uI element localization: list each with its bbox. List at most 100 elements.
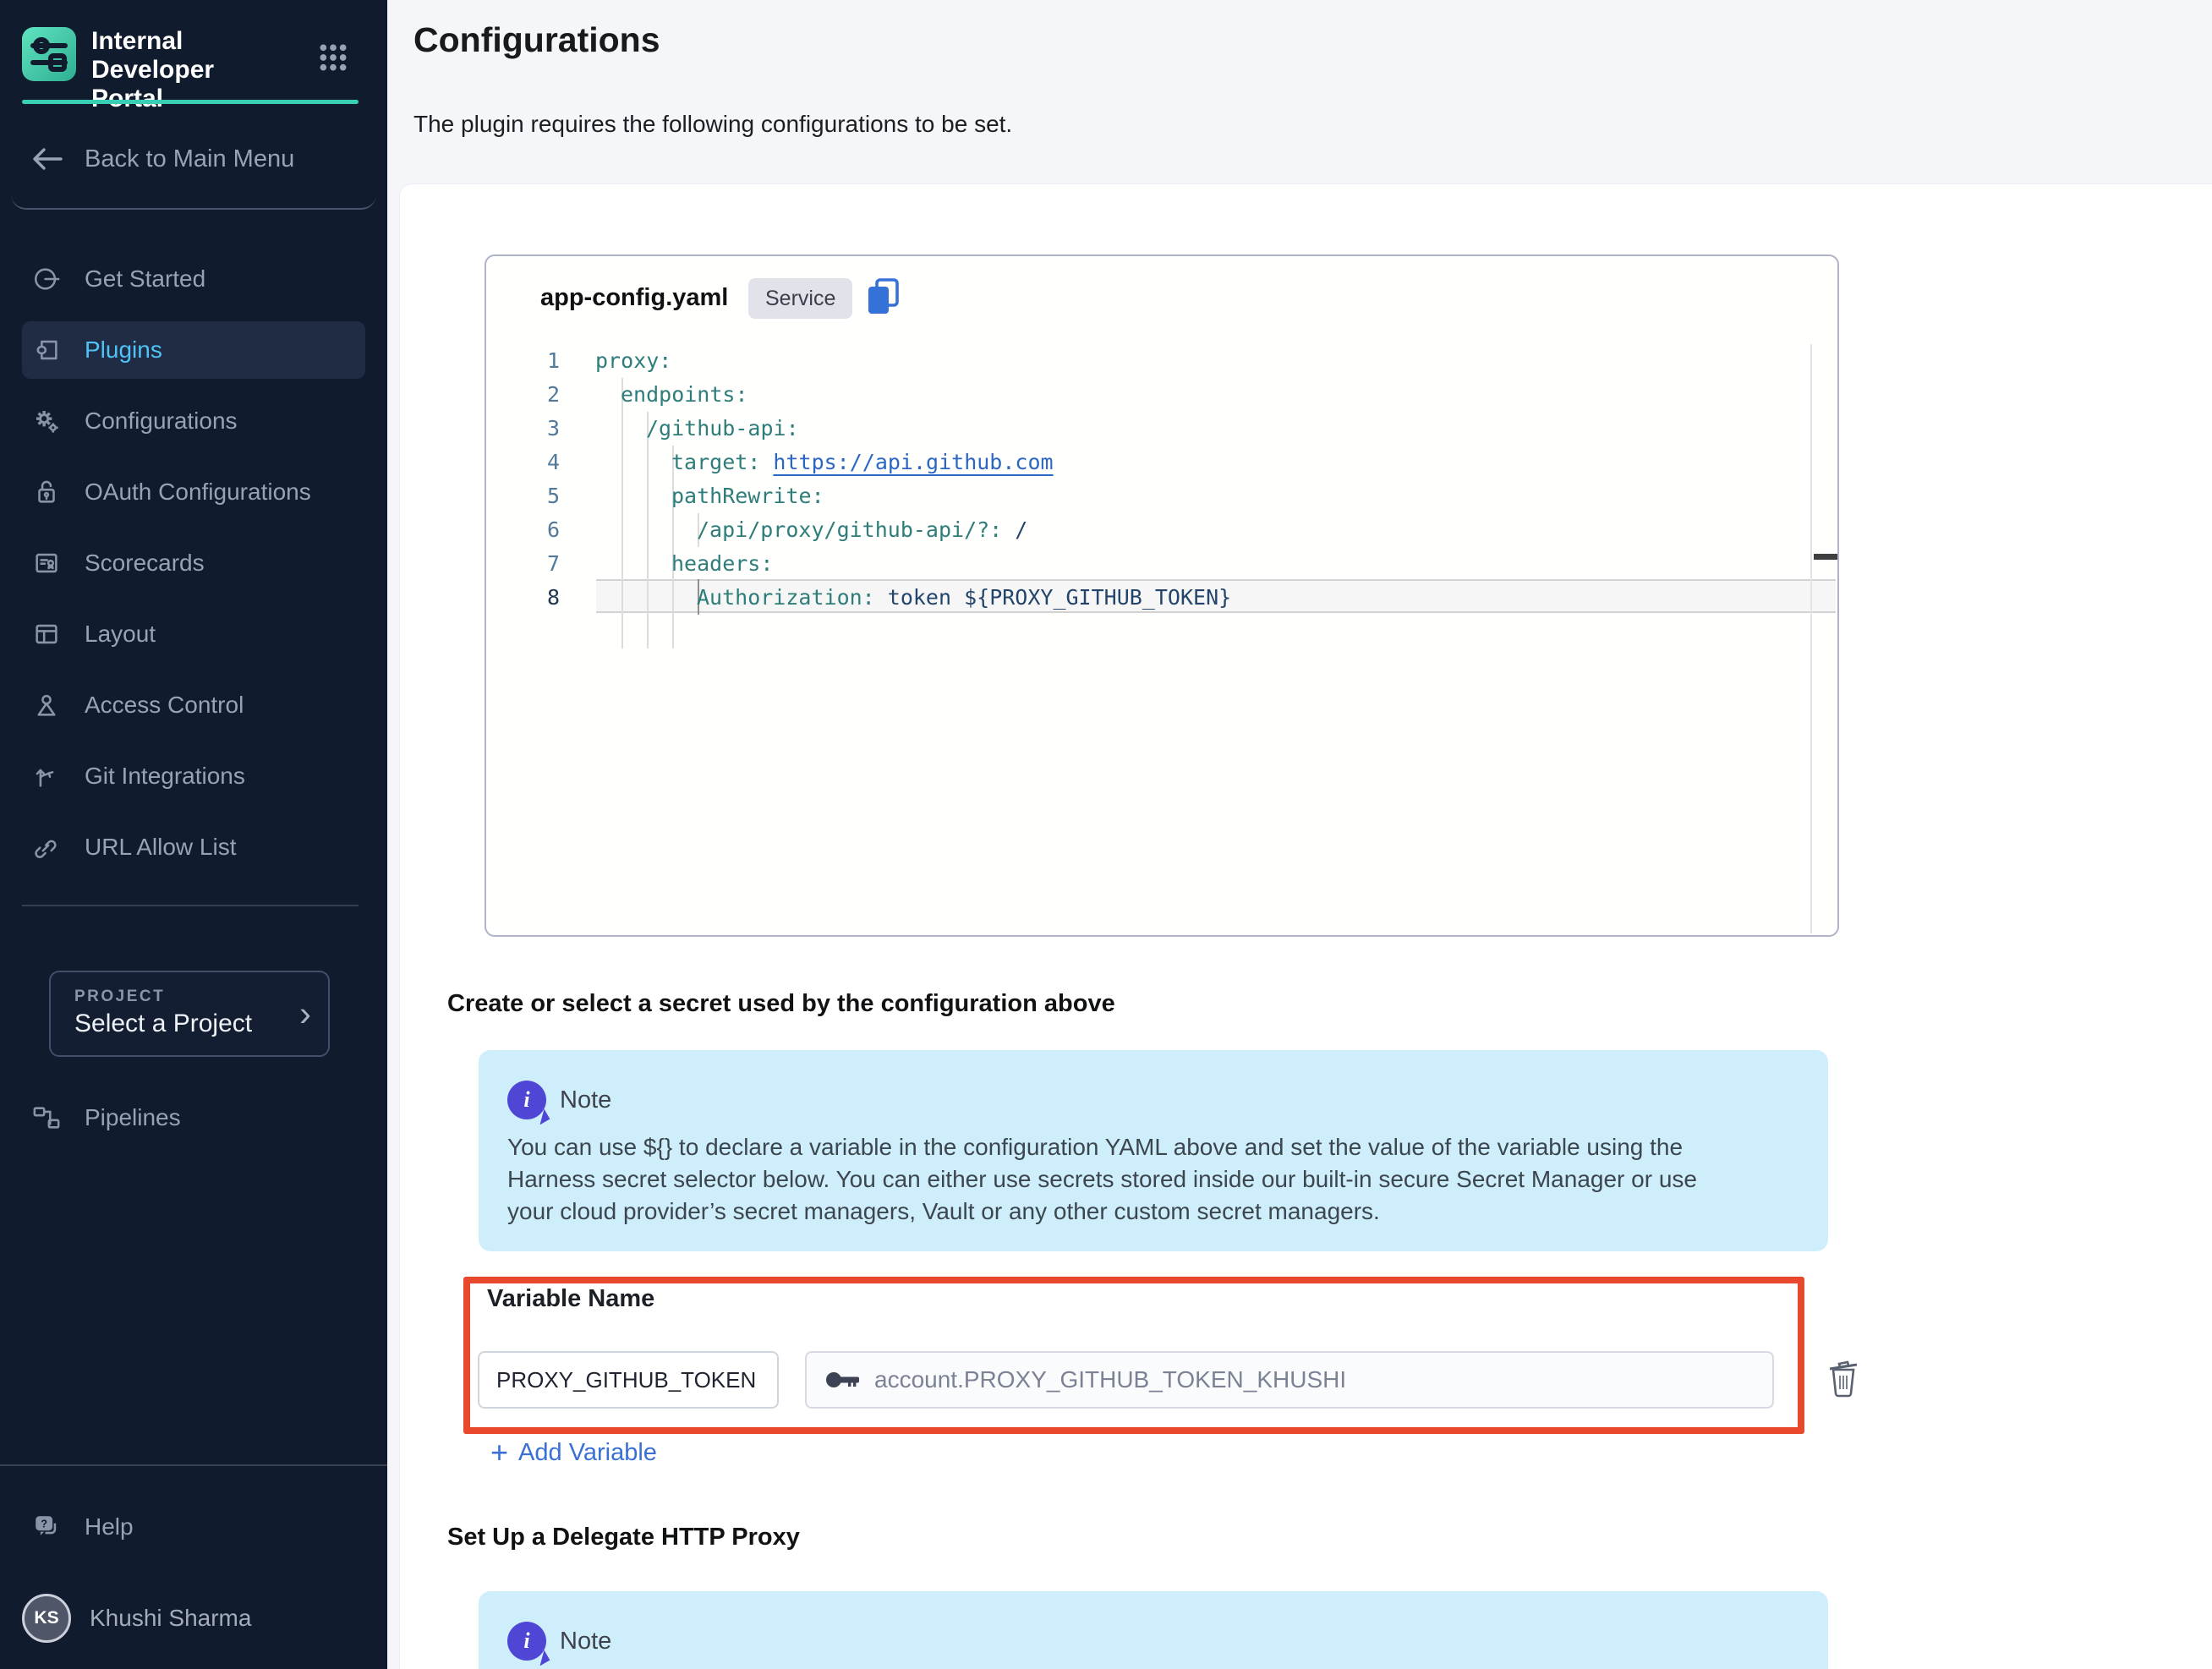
plugins-icon — [32, 336, 61, 364]
sidebar-item-get-started[interactable]: Get Started — [22, 250, 365, 308]
code-segment: token ${PROXY_GITHUB_TOKEN} — [888, 585, 1231, 610]
variable-name-input[interactable]: PROXY_GITHUB_TOKEN — [478, 1351, 779, 1409]
svg-text:?: ? — [41, 1518, 47, 1530]
code-line-8: 8 Authorization: token ${PROXY_GITHUB_TOK… — [486, 581, 1804, 615]
code-segment: /github-api: — [646, 416, 799, 441]
avatar: KS — [22, 1594, 71, 1643]
copy-icon[interactable] — [865, 276, 902, 317]
plus-icon: + — [490, 1437, 508, 1468]
line-number: 6 — [547, 513, 560, 547]
proxy-note-box: i Note — [479, 1591, 1828, 1669]
project-label: PROJECT — [74, 988, 165, 1006]
code-line-6: 6/api/proxy/github-api/?: / — [486, 513, 1804, 547]
note-line: You can use ${} to declare a variable in… — [507, 1131, 1697, 1163]
back-label: Back to Main Menu — [85, 145, 294, 173]
url-allow-list-icon — [32, 833, 61, 862]
layout-icon — [32, 620, 61, 648]
sidebar-item-label: Layout — [85, 621, 156, 648]
sidebar-item-label: Git Integrations — [85, 763, 245, 790]
note-line: Harness secret selector below. You can e… — [507, 1163, 1697, 1196]
code-segment: endpoints: — [621, 382, 748, 407]
code-line-4: 4 target: https://api.github.com — [486, 446, 1804, 479]
brand: Internal Developer Portal — [22, 25, 365, 85]
page-title: Configurations — [413, 20, 660, 60]
sidebar-item-pipelines[interactable]: Pipelines — [22, 1089, 365, 1146]
code-segment: target: — [671, 450, 773, 474]
sidebar-item-label: OAuth Configurations — [85, 479, 311, 506]
sidebar-item-layout[interactable]: Layout — [22, 605, 365, 663]
yaml-editor[interactable]: app-config.yaml Service 1 proxy: 2 endpoint… — [485, 254, 1839, 937]
sidebar-item-label: Pipelines — [85, 1104, 181, 1131]
code-line-1: 1 proxy: — [486, 344, 1804, 378]
sidebar-item-plugins[interactable]: Plugins — [22, 321, 365, 379]
line-number: 3 — [547, 412, 560, 446]
delete-variable-icon[interactable] — [1825, 1358, 1862, 1398]
code-segment: proxy: — [595, 348, 671, 373]
configurations-icon — [32, 407, 61, 435]
code-line-7: 7 headers: — [486, 547, 1804, 581]
sidebar-item-label: Scorecards — [85, 550, 205, 577]
line-number: 7 — [547, 547, 560, 581]
sidebar-item-help[interactable]: ? Help — [22, 1498, 365, 1556]
code-segment: pathRewrite: — [671, 484, 824, 508]
sidebar-item-access-control[interactable]: Access Control — [22, 676, 365, 734]
sidebar-divider — [22, 905, 359, 906]
back-to-main-menu[interactable]: Back to Main Menu — [30, 142, 294, 176]
note-body: You can use ${} to declare a variable in… — [507, 1131, 1697, 1228]
note-line: your cloud provider’s secret managers, V… — [507, 1196, 1697, 1228]
sidebar-item-label: Access Control — [85, 692, 244, 719]
app-switcher-icon[interactable] — [316, 41, 350, 74]
secret-selector-field[interactable]: account.PROXY_GITHUB_TOKEN_KHUSHI — [805, 1351, 1774, 1409]
code-area[interactable]: 1proxy:2endpoints:3/github-api:4target: … — [486, 344, 1837, 935]
sidebar-item-oauth-configurations[interactable]: OAuth Configurations — [22, 463, 365, 521]
project-value: Select a Project — [74, 1010, 252, 1038]
secret-reference: account.PROXY_GITHUB_TOKEN_KHUSHI — [874, 1366, 1346, 1393]
code-link[interactable]: https://api.github.com — [773, 450, 1053, 474]
sidebar-item-scorecards[interactable]: Scorecards — [22, 534, 365, 592]
line-number: 1 — [547, 344, 560, 378]
sidebar-item-label: Get Started — [85, 265, 205, 293]
sidebar-item-url-allow-list[interactable]: URL Allow List — [22, 818, 365, 876]
code-segment: /api/proxy/github-api/?: — [697, 517, 1015, 542]
sidebar-item-configurations[interactable]: Configurations — [22, 392, 365, 450]
service-badge: Service — [748, 278, 852, 319]
harness-idp-logo — [22, 27, 76, 81]
line-number: 4 — [547, 446, 560, 479]
sidebar-bottom-divider — [0, 1464, 387, 1466]
sidebar-item-label: Plugins — [85, 337, 162, 364]
git-integrations-icon — [32, 762, 61, 791]
project-selector[interactable]: PROJECT Select a Project › — [49, 971, 330, 1057]
access-control-icon — [32, 691, 61, 720]
sidebar: Internal Developer Portal Back to Main M… — [0, 0, 387, 1669]
code-segment: Authorization: — [697, 585, 888, 610]
sidebar-item-label: Configurations — [85, 408, 238, 435]
variable-name-label: Variable Name — [487, 1285, 654, 1313]
user-profile[interactable]: KS Khushi Sharma — [22, 1586, 365, 1650]
line-number: 5 — [547, 479, 560, 513]
editor-scrollbar-track — [1810, 344, 1812, 933]
editor-filename: app-config.yaml — [540, 284, 728, 312]
pipelines-icon — [32, 1103, 61, 1132]
page-subtitle: The plugin requires the following config… — [413, 111, 1012, 138]
code-line-5: 5 pathRewrite: — [486, 479, 1804, 513]
code-line-3: 3/github-api: — [486, 412, 1804, 446]
info-icon: i — [507, 1622, 546, 1661]
sidebar-item-label: Help — [85, 1513, 134, 1540]
scorecards-icon — [32, 549, 61, 577]
back-section: Back to Main Menu — [11, 110, 376, 210]
chevron-right-icon: › — [299, 994, 311, 1033]
brand-accent-rule — [22, 100, 359, 104]
info-icon: i — [507, 1081, 546, 1119]
main-content: Configurations The plugin requires the f… — [387, 0, 2212, 1669]
note-title: Note — [560, 1628, 611, 1655]
arrow-left-icon — [30, 145, 64, 172]
line-number: 8 — [547, 581, 560, 615]
editor-scrollbar-thumb[interactable] — [1814, 554, 1837, 560]
add-variable-button[interactable]: + Add Variable — [490, 1437, 657, 1468]
proxy-section-heading: Set Up a Delegate HTTP Proxy — [447, 1524, 800, 1551]
sidebar-item-git-integrations[interactable]: Git Integrations — [22, 747, 365, 805]
oauth-icon — [32, 478, 61, 506]
code-segment: / — [1015, 517, 1027, 542]
line-number: 2 — [547, 378, 560, 412]
code-segment: headers: — [671, 551, 773, 576]
